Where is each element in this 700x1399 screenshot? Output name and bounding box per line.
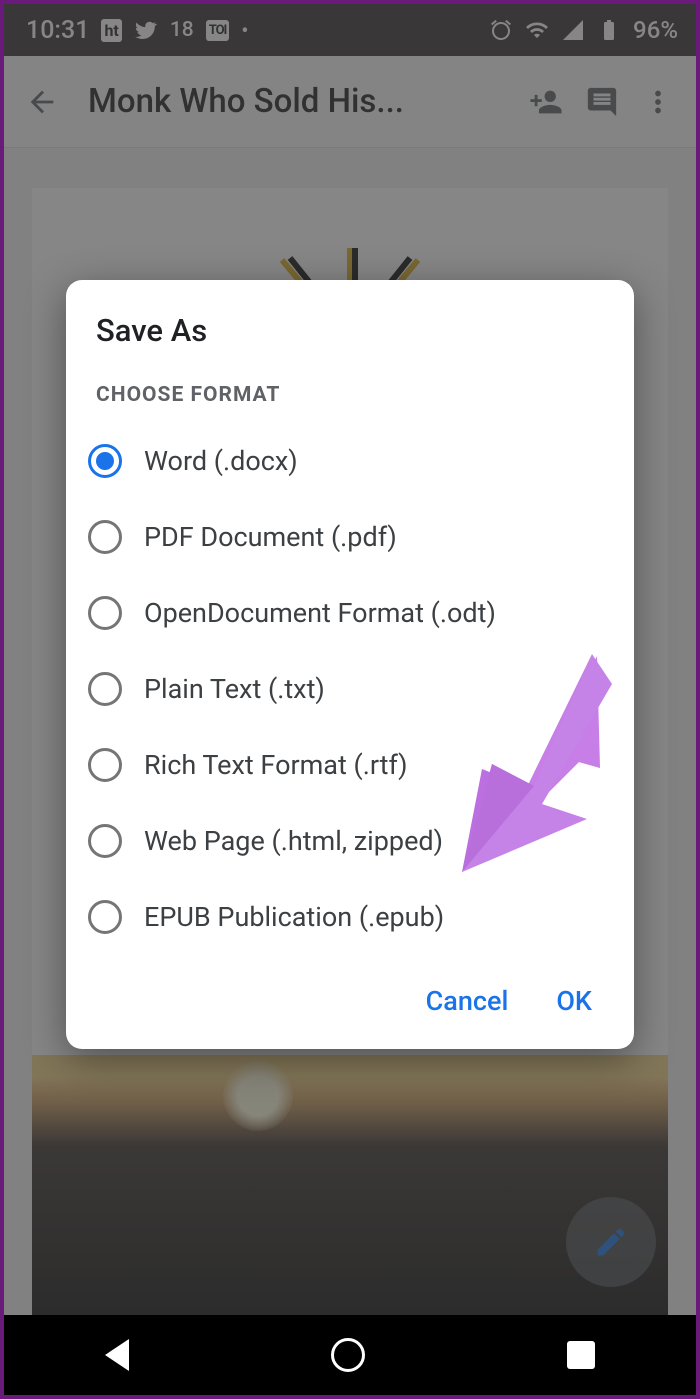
radio-icon xyxy=(88,520,122,554)
option-rtf[interactable]: Rich Text Format (.rtf) xyxy=(66,727,634,803)
option-epub[interactable]: EPUB Publication (.epub) xyxy=(66,879,634,955)
dialog-title: Save As xyxy=(66,312,634,369)
radio-icon xyxy=(88,748,122,782)
option-html[interactable]: Web Page (.html, zipped) xyxy=(66,803,634,879)
system-nav-bar xyxy=(4,1315,696,1395)
option-pdf[interactable]: PDF Document (.pdf) xyxy=(66,499,634,575)
nav-home-button[interactable] xyxy=(331,1338,365,1372)
option-label: OpenDocument Format (.odt) xyxy=(144,597,496,629)
save-as-dialog: Save As CHOOSE FORMAT Word (.docx) PDF D… xyxy=(66,280,634,1049)
option-txt[interactable]: Plain Text (.txt) xyxy=(66,651,634,727)
option-label: Plain Text (.txt) xyxy=(144,673,325,705)
option-word[interactable]: Word (.docx) xyxy=(66,423,634,499)
option-label: Rich Text Format (.rtf) xyxy=(144,749,408,781)
radio-icon xyxy=(88,672,122,706)
radio-selected-icon xyxy=(88,444,122,478)
radio-icon xyxy=(88,824,122,858)
dialog-subhead: CHOOSE FORMAT xyxy=(66,369,634,417)
option-label: Web Page (.html, zipped) xyxy=(144,825,443,857)
option-odt[interactable]: OpenDocument Format (.odt) xyxy=(66,575,634,651)
dialog-actions: Cancel OK xyxy=(66,971,634,1039)
nav-back-button[interactable] xyxy=(105,1339,129,1371)
option-label: EPUB Publication (.epub) xyxy=(144,901,444,933)
option-label: Word (.docx) xyxy=(144,445,298,477)
cancel-button[interactable]: Cancel xyxy=(426,985,509,1017)
radio-icon xyxy=(88,900,122,934)
nav-recents-button[interactable] xyxy=(567,1341,595,1369)
ok-button[interactable]: OK xyxy=(556,985,592,1017)
option-label: PDF Document (.pdf) xyxy=(144,521,397,553)
radio-icon xyxy=(88,596,122,630)
format-options-list: Word (.docx) PDF Document (.pdf) OpenDoc… xyxy=(66,417,634,971)
device-frame: Monk Who Sold His... 10:31 ht 18 TOI • 9… xyxy=(0,0,700,1399)
